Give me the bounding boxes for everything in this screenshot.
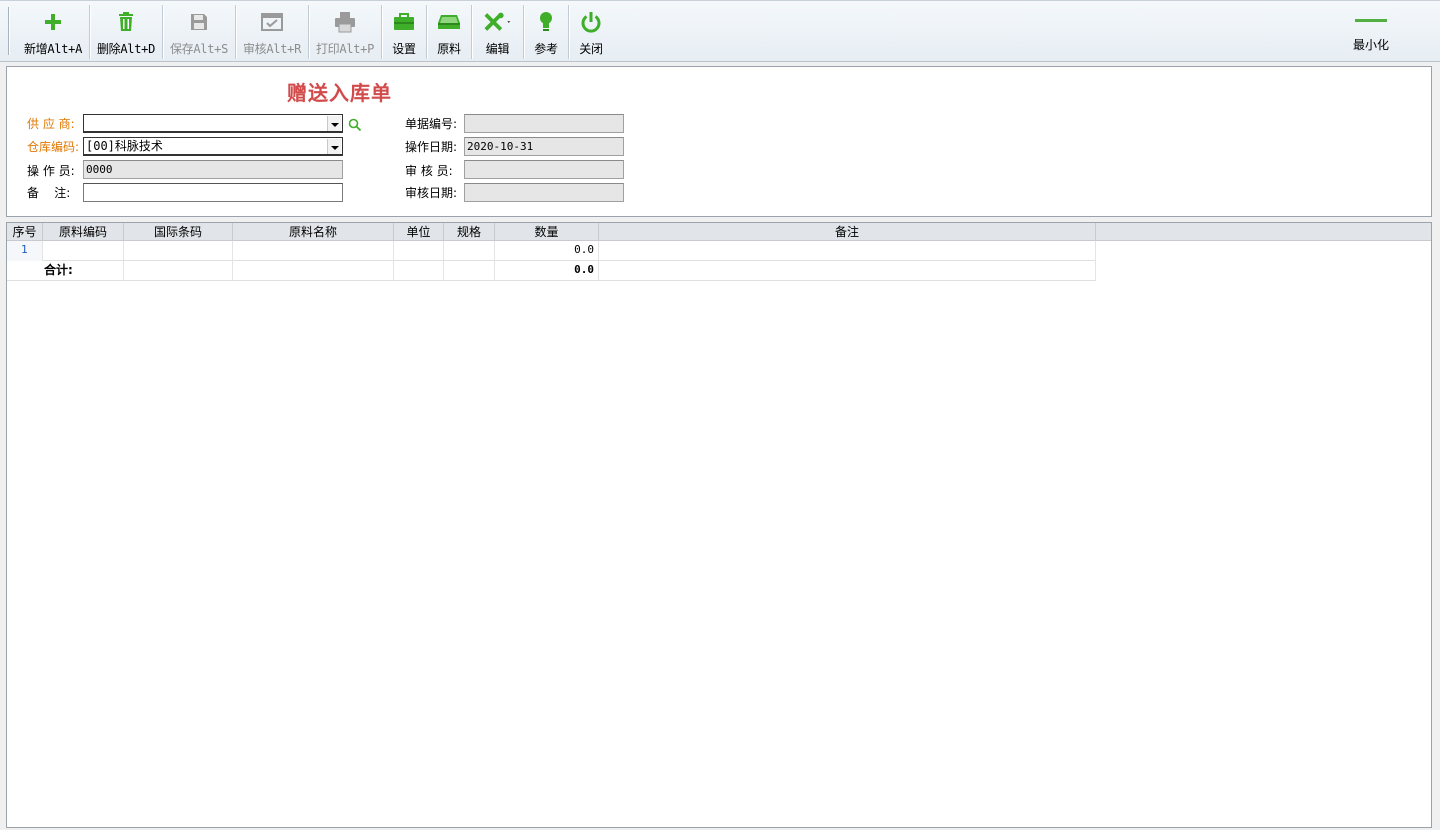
column-header-index[interactable]: 序号 [7, 223, 43, 241]
warehouse-value: [00]科脉技术 [86, 139, 163, 153]
delete-button-label: 删除Alt+D [96, 42, 156, 56]
cell-barcode[interactable] [124, 241, 233, 261]
total-label: 合计: [43, 261, 124, 281]
cell-spec[interactable] [444, 241, 495, 261]
save-button[interactable]: 保存Alt+S [163, 5, 235, 59]
edit-button-label: 编辑 [485, 42, 510, 56]
row-index: 1 [7, 241, 43, 261]
total-cell-empty [124, 261, 233, 281]
form-title: 赠送入库单 [287, 81, 392, 105]
lightbulb-icon [531, 9, 561, 35]
doc-no-label: 单据编号: [405, 117, 458, 131]
minimize-icon [1355, 19, 1387, 22]
remark-label: 备 注: [27, 186, 71, 200]
operator-label: 操 作 员: [27, 164, 75, 178]
plus-icon [38, 9, 68, 35]
audit-button[interactable]: 审核Alt+R [236, 5, 308, 59]
close-button[interactable]: 关闭 [569, 5, 613, 59]
total-cell-empty [444, 261, 495, 281]
grid-header: 序号 原料编码 国际条码 原料名称 单位 规格 数量 备注 [7, 223, 1431, 241]
total-cell-empty [233, 261, 394, 281]
column-header-unit[interactable]: 单位 [394, 223, 444, 241]
op-date-label: 操作日期: [405, 140, 458, 154]
detail-grid[interactable]: 序号 原料编码 国际条码 原料名称 单位 规格 数量 备注 1 0.0 合计: … [6, 222, 1432, 828]
audit-icon [257, 9, 287, 35]
cell-name[interactable] [233, 241, 394, 261]
save-button-label: 保存Alt+S [169, 42, 229, 56]
settings-button[interactable]: 设置 [382, 5, 426, 59]
save-icon [184, 9, 214, 35]
auditor-label: 审 核 员: [405, 164, 453, 178]
close-button-label: 关闭 [579, 42, 603, 56]
toolbar: 新增Alt+A 删除Alt+D 保存Alt+S 审核Alt+R 打印Alt+P … [0, 0, 1440, 62]
printer-icon [330, 9, 360, 35]
cell-qty[interactable]: 0.0 [495, 241, 599, 261]
column-header-spec[interactable]: 规格 [444, 223, 495, 241]
total-spacer [7, 261, 43, 281]
total-row: 合计: 0.0 [7, 261, 1096, 281]
chevron-down-icon[interactable] [327, 139, 341, 154]
reference-button[interactable]: 参考 [524, 5, 568, 59]
total-cell-empty [599, 261, 1096, 281]
column-header-barcode[interactable]: 国际条码 [124, 223, 233, 241]
column-header-qty[interactable]: 数量 [495, 223, 599, 241]
add-button-label: 新增Alt+A [23, 42, 83, 56]
material-icon [434, 9, 464, 35]
toolbox-icon [389, 9, 419, 35]
toolbar-grip[interactable] [8, 7, 10, 55]
operator-field: 0000 [83, 160, 343, 179]
settings-button-label: 设置 [392, 42, 416, 56]
warehouse-label: 仓库编码: [27, 140, 80, 154]
warehouse-combo[interactable]: [00]科脉技术 [83, 137, 343, 156]
delete-button[interactable]: 删除Alt+D [90, 5, 162, 59]
remark-field[interactable] [83, 183, 343, 202]
total-cell-empty [394, 261, 444, 281]
cell-remark[interactable] [599, 241, 1096, 261]
op-date-value: 2020-10-31 [467, 140, 534, 153]
cell-unit[interactable] [394, 241, 444, 261]
column-header-remark[interactable]: 备注 [599, 223, 1096, 241]
search-icon[interactable] [348, 118, 362, 132]
reference-button-label: 参考 [534, 42, 558, 56]
cell-code[interactable] [43, 241, 124, 261]
auditor-field [464, 160, 624, 179]
total-qty: 0.0 [495, 261, 599, 281]
operator-value: 0000 [86, 163, 113, 176]
op-date-field: 2020-10-31 [464, 137, 624, 156]
chevron-down-icon [506, 21, 510, 23]
tools-icon [483, 9, 513, 35]
supplier-label: 供 应 商: [27, 117, 75, 131]
audit-date-label: 审核日期: [405, 186, 458, 200]
add-button[interactable]: 新增Alt+A [18, 5, 88, 59]
table-row[interactable]: 1 0.0 [7, 241, 1096, 261]
header-form: 赠送入库单 供 应 商: 仓库编码: [00]科脉技术 操 作 员: 0000 … [6, 66, 1432, 217]
power-icon [576, 9, 606, 35]
material-button[interactable]: 原料 [427, 5, 471, 59]
audit-button-label: 审核Alt+R [242, 42, 302, 56]
chevron-down-icon[interactable] [327, 116, 341, 131]
audit-date-field [464, 183, 624, 202]
doc-no-field [464, 114, 624, 133]
edit-button[interactable]: 编辑 [472, 5, 523, 59]
supplier-combo[interactable] [83, 114, 343, 133]
column-header-code[interactable]: 原料编码 [43, 223, 124, 241]
column-header-name[interactable]: 原料名称 [233, 223, 394, 241]
print-button[interactable]: 打印Alt+P [309, 5, 381, 59]
minimize-button[interactable]: 最小化 [1336, 5, 1406, 59]
material-button-label: 原料 [437, 42, 461, 56]
minimize-label: 最小化 [1352, 38, 1389, 52]
trash-icon [111, 9, 141, 35]
print-button-label: 打印Alt+P [315, 42, 375, 56]
